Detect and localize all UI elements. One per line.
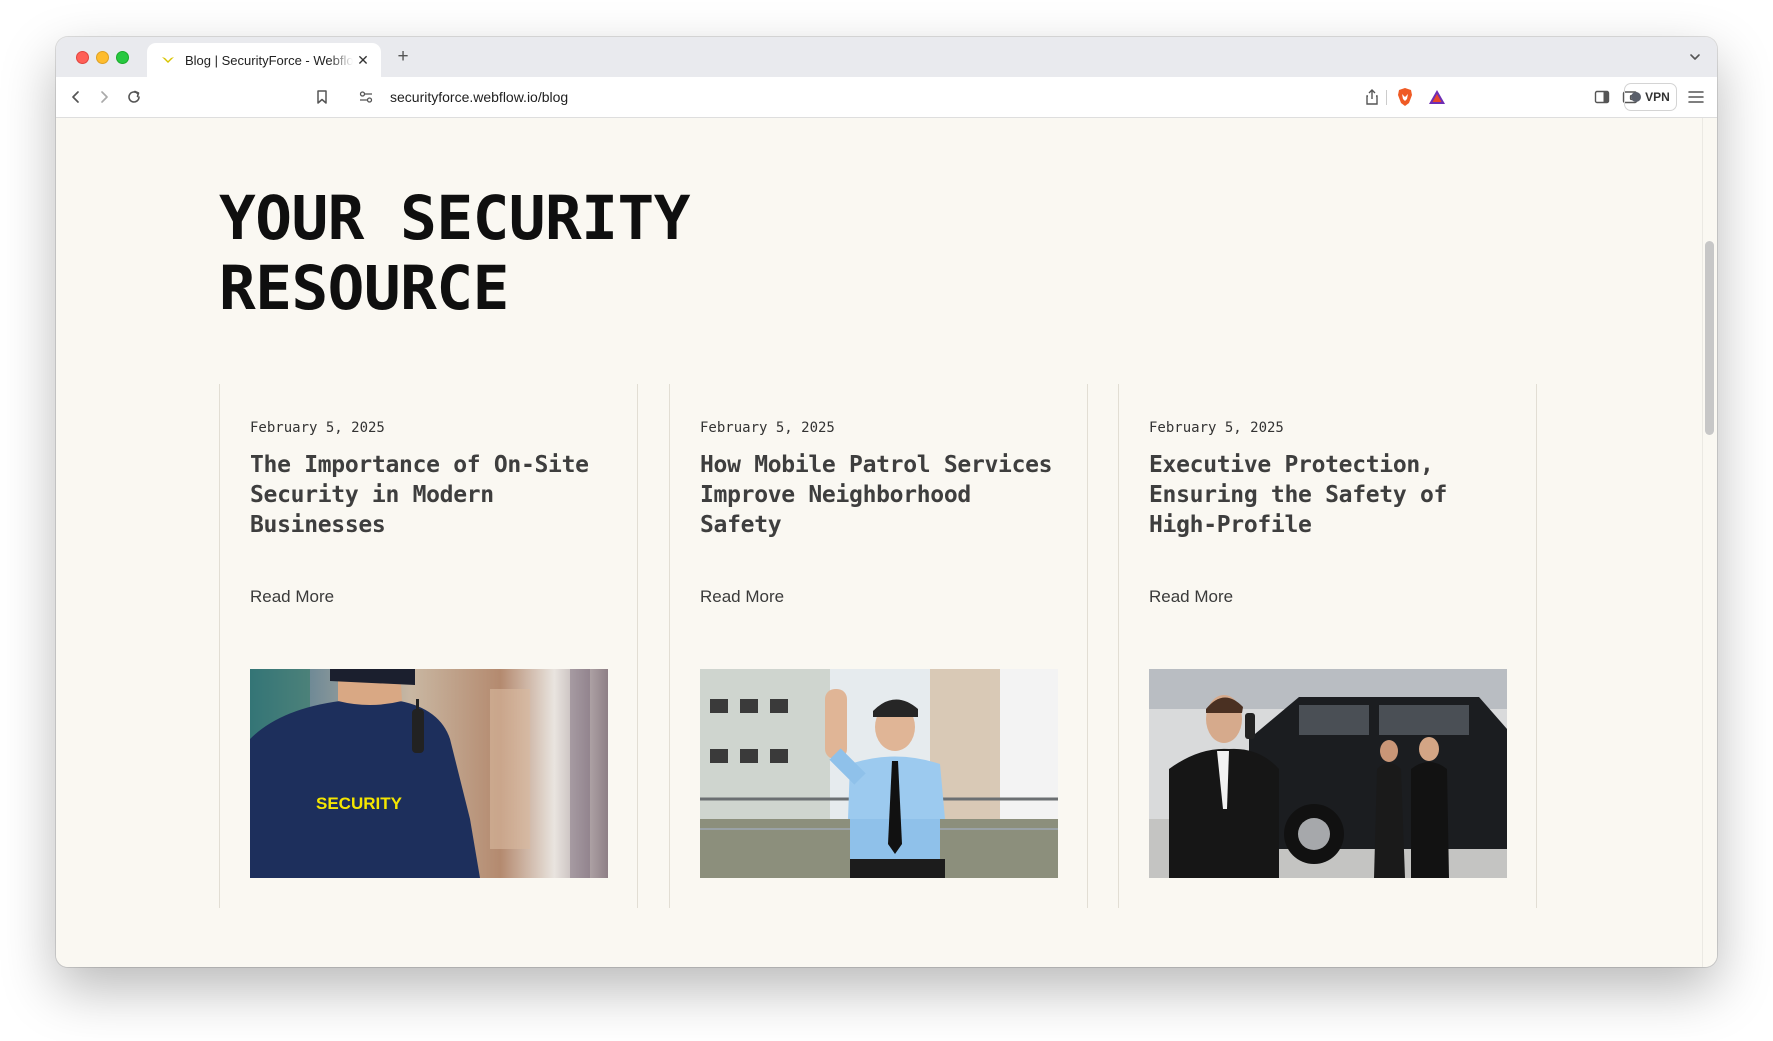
- read-more-link[interactable]: Read More: [700, 587, 784, 607]
- vpn-button[interactable]: VPN: [1624, 83, 1677, 111]
- post-title[interactable]: Executive Protection, Ensuring the Safet…: [1149, 450, 1509, 540]
- browser-window: Blog | SecurityForce - Webflow Template …: [56, 37, 1717, 967]
- toolbar-divider: [1386, 90, 1387, 105]
- bookmark-icon[interactable]: [310, 85, 334, 109]
- maximize-window-button[interactable]: [116, 51, 129, 64]
- tab-list-chevron-icon[interactable]: [1685, 47, 1705, 67]
- vpn-label: VPN: [1645, 90, 1670, 104]
- new-tab-button[interactable]: +: [392, 46, 414, 68]
- site-settings-icon[interactable]: [358, 89, 374, 110]
- blog-card[interactable]: February 5, 2025 How Mobile Patrol Servi…: [669, 384, 1088, 908]
- page-title-line-2: RESOURCE: [219, 253, 509, 324]
- url-text: securityforce.webflow.io/blog: [390, 89, 569, 105]
- reload-icon[interactable]: [122, 85, 146, 109]
- read-more-link[interactable]: Read More: [1149, 587, 1233, 607]
- blog-card[interactable]: February 5, 2025 Executive Protection, E…: [1118, 384, 1537, 908]
- read-more-link[interactable]: Read More: [250, 587, 334, 607]
- site-favicon-icon: [161, 53, 175, 67]
- jacket-security-text: SECURITY: [316, 794, 403, 813]
- post-image-security-guard[interactable]: SECURITY: [250, 669, 608, 878]
- page-title-line-1: YOUR SECURITY: [219, 183, 690, 254]
- post-title[interactable]: How Mobile Patrol Services Improve Neigh…: [700, 450, 1060, 540]
- blog-card[interactable]: February 5, 2025 The Importance of On-Si…: [219, 384, 638, 908]
- vpn-status-icon: [1631, 92, 1642, 102]
- brave-rewards-icon[interactable]: [1428, 88, 1446, 111]
- post-image-patrol-officer[interactable]: [700, 669, 1058, 878]
- page-title: YOUR SECURITY RESOURCE: [219, 184, 819, 324]
- brave-shields-icon[interactable]: [1396, 87, 1414, 112]
- tab-title: Blog | SecurityForce - Webflow Template: [185, 52, 353, 68]
- forward-arrow-icon[interactable]: [92, 85, 116, 109]
- browser-toolbar: securityforce.webflow.io/blog VPN: [56, 77, 1717, 118]
- address-bar[interactable]: securityforce.webflow.io/blog: [346, 81, 1484, 113]
- tab-bar: Blog | SecurityForce - Webflow Template …: [56, 37, 1717, 77]
- post-date: February 5, 2025: [700, 420, 835, 436]
- hamburger-menu-icon[interactable]: [1684, 85, 1708, 109]
- tab-close-icon[interactable]: ✕: [355, 52, 371, 69]
- scrollbar-thumb[interactable]: [1705, 241, 1714, 435]
- minimize-window-button[interactable]: [96, 51, 109, 64]
- post-image-executive-protection[interactable]: [1149, 669, 1507, 878]
- back-arrow-icon[interactable]: [64, 85, 88, 109]
- post-date: February 5, 2025: [250, 420, 385, 436]
- browser-tab-active[interactable]: Blog | SecurityForce - Webflow Template …: [147, 43, 381, 77]
- post-date: February 5, 2025: [1149, 420, 1284, 436]
- post-title[interactable]: The Importance of On-Site Security in Mo…: [250, 450, 610, 540]
- close-window-button[interactable]: [76, 51, 89, 64]
- share-icon[interactable]: [1364, 88, 1380, 111]
- sidebar-toggle-icon[interactable]: [1590, 85, 1614, 109]
- page-content: YOUR SECURITY RESOURCE February 5, 2025 …: [56, 118, 1702, 967]
